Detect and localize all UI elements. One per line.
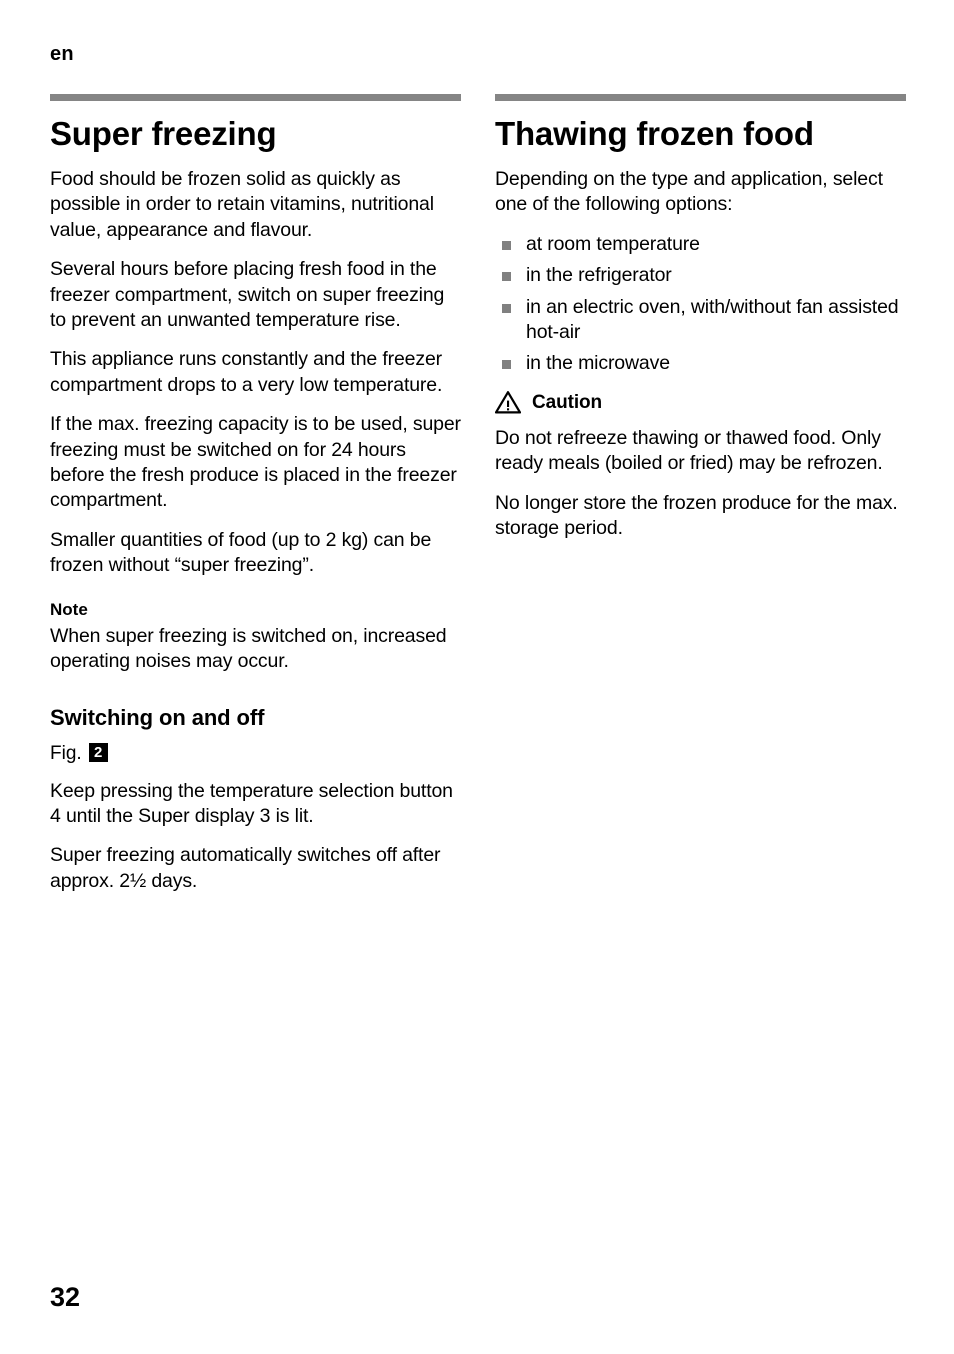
paragraph: Depending on the type and application, s… [495,168,883,216]
paragraph: Several hours before placing fresh food … [50,258,445,332]
subsection-heading: Switching on and off [50,704,265,730]
left-chapter-title: Super freezing [50,115,277,152]
list-item-label: in an electric oven, with/without fan as… [526,295,899,344]
square-bullet-icon [502,272,511,282]
running-head: en [50,43,74,65]
list-item: at room temperature [495,232,906,257]
list-item: in an electric oven, with/without fan as… [495,295,906,346]
section-rule-right [495,94,906,101]
figure-reference: Fig. 2 [50,742,461,766]
list-item-label: in the microwave [526,352,670,375]
left-column: Super freezing Food should be frozen sol… [50,94,461,908]
note-text: When super freezing is switched on, incr… [50,624,447,673]
square-bullet-icon [502,360,511,370]
square-bullet-icon [502,303,511,313]
list-item-label: at room temperature [526,232,700,255]
list-item: in the microwave [495,351,906,376]
paragraph: If the max. freezing capacity is to be u… [50,413,461,512]
warning-triangle-icon [495,390,521,414]
paragraph: Smaller quantities of food (up to 2 kg) … [50,528,432,577]
paragraph: This appliance runs constantly and the f… [50,348,443,396]
caution-label: Caution [532,391,603,413]
thawing-options-list: at room temperature in the refrigerator … [495,232,906,377]
square-bullet-icon [502,240,511,250]
note-heading: Note [50,599,88,619]
right-chapter-title: Thawing frozen food [495,115,814,152]
document-page: en Super freezing Food should be frozen … [0,0,954,1354]
two-column-body: Super freezing Food should be frozen sol… [50,94,906,908]
list-item: in the refrigerator [495,263,906,288]
figure-number-badge: 2 [88,743,108,762]
paragraph: Super freezing automatically switches of… [50,844,441,892]
right-column: Thawing frozen food Depending on the typ… [495,94,906,908]
paragraph: Do not refreeze thawing or thawed food. … [495,426,883,475]
section-rule-left [50,94,461,101]
list-item-label: in the refrigerator [526,264,672,287]
figure-label: Fig. [50,742,82,764]
caution-heading-row: Caution [495,390,906,414]
paragraph: No longer store the frozen produce for t… [495,491,898,540]
page-number: 32 [50,1282,81,1312]
paragraph: Food should be frozen solid as quickly a… [50,168,434,241]
paragraph: Keep pressing the temperature selection … [50,779,453,827]
